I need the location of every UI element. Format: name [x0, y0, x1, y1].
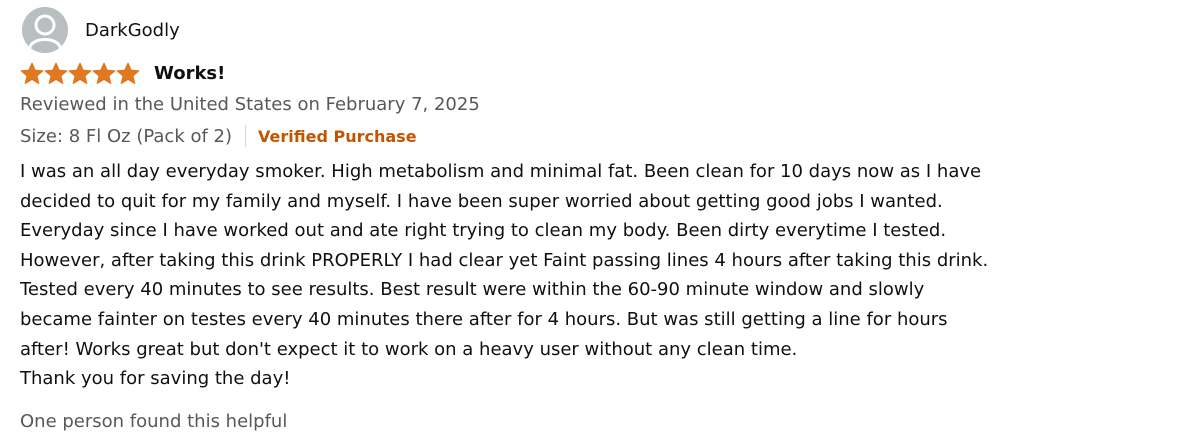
- star-icon: [92, 62, 116, 84]
- helpful-count: One person found this helpful: [20, 411, 288, 432]
- review-body: I was an all day everyday smoker. High m…: [20, 157, 1080, 394]
- customer-review: DarkGodly Works! Reviewed in the United …: [0, 0, 1198, 443]
- star-icon: [20, 62, 44, 84]
- review-date: Reviewed in the United States on Februar…: [20, 94, 480, 115]
- review-body-line: became fainter on testes every 40 minute…: [20, 308, 948, 330]
- verified-purchase-badge: Verified Purchase: [258, 126, 417, 146]
- review-body-line: after! Works great but don't expect it t…: [20, 338, 798, 360]
- review-meta: Size: 8 Fl Oz (Pack of 2) Verified Purch…: [20, 125, 417, 147]
- star-rating[interactable]: [20, 62, 140, 85]
- default-avatar-icon: [22, 7, 68, 53]
- review-body-line: I was an all day everyday smoker. High m…: [20, 161, 982, 182]
- review-body-line: However, after taking this drink PROPERL…: [20, 249, 989, 271]
- review-body-line: decided to quit for my family and myself…: [20, 190, 943, 212]
- review-body-line: Everyday since I have worked out and ate…: [20, 220, 947, 242]
- review-body-line: Tested every 40 minutes to see results. …: [20, 279, 925, 301]
- reviewer-name: DarkGodly: [85, 19, 180, 41]
- review-title[interactable]: Works!: [154, 63, 225, 84]
- rating-row: Works!: [20, 62, 225, 85]
- reviewer-profile-link[interactable]: DarkGodly: [22, 7, 180, 53]
- product-variant: Size: 8 Fl Oz (Pack of 2): [20, 125, 233, 147]
- meta-divider: [245, 125, 247, 147]
- star-icon: [44, 62, 68, 84]
- star-icon: [68, 62, 92, 84]
- star-icon: [116, 62, 140, 84]
- review-body-line: Thank you for saving the day!: [20, 368, 291, 390]
